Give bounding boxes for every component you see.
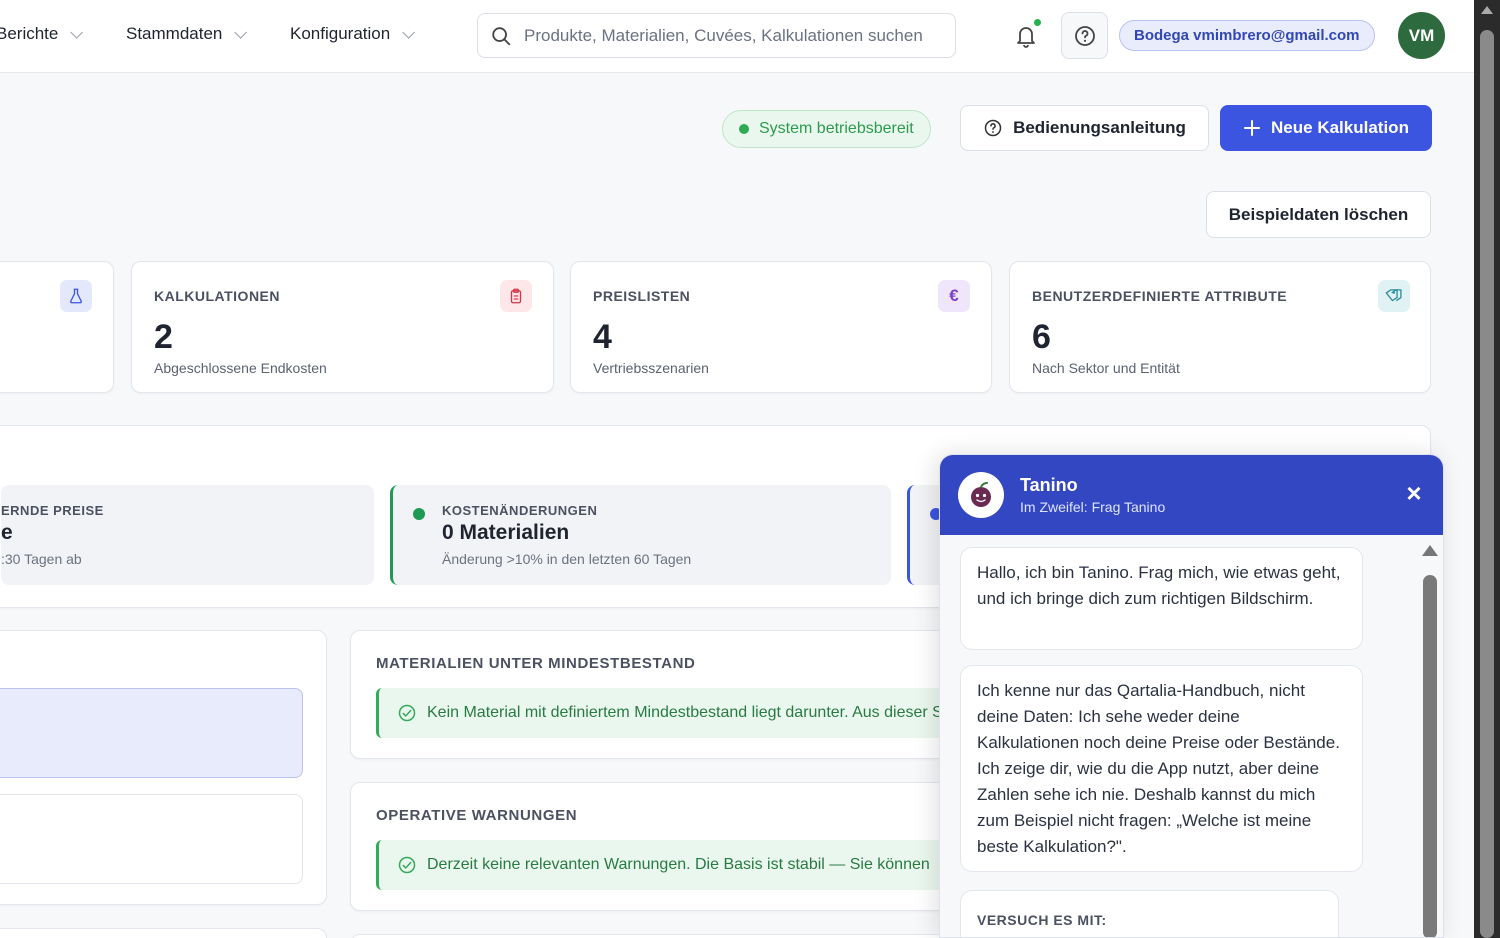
- chat-header: Tanino Im Zweifel: Frag Tanino ×: [940, 455, 1443, 535]
- avatar-initials: VM: [1408, 25, 1435, 45]
- alert-subtitle: :30 Tagen ab: [1, 551, 82, 567]
- next-section: [350, 934, 970, 938]
- delete-sample-data-button[interactable]: Beispieldaten löschen: [1206, 191, 1431, 238]
- stock-ok-message: Kein Material mit definiertem Mindestbes…: [427, 704, 996, 721]
- clipboard-icon: [500, 280, 532, 312]
- section-title: MATERIALIEN UNTER MINDESTBESTAND: [376, 655, 696, 672]
- chat-message-text: Ich kenne nur das Qartalia-Handbuch, nic…: [977, 681, 1340, 856]
- global-search: [477, 13, 956, 58]
- close-icon[interactable]: ×: [1400, 479, 1428, 507]
- stat-card-kalkulationen: KALKULATIONEN 2 Abgeschlossene Endkosten: [131, 261, 554, 393]
- tanino-logo-icon: [958, 472, 1004, 518]
- chat-widget: Tanino Im Zweifel: Frag Tanino × Hallo, …: [939, 454, 1444, 938]
- new-calculation-label: Neue Kalkulation: [1271, 118, 1409, 137]
- warnings-ok-message: Derzeit keine relevanten Warnungen. Die …: [427, 856, 930, 873]
- page-scrollbar[interactable]: [1474, 0, 1500, 938]
- euro-icon: €: [938, 280, 970, 312]
- alert-title: KOSTENÄNDERUNGEN: [442, 503, 598, 518]
- stat-label: BENUTZERDEFINIERTE ATTRIBUTE: [1032, 288, 1288, 304]
- avatar[interactable]: VM: [1398, 12, 1445, 59]
- stat-value: 4: [593, 318, 612, 356]
- scroll-up-arrow-icon[interactable]: [1422, 545, 1438, 556]
- page-scrollbar-thumb[interactable]: [1480, 30, 1494, 938]
- search-input[interactable]: [524, 25, 944, 46]
- stat-value: 2: [154, 318, 173, 356]
- list-item[interactable]: [0, 794, 303, 884]
- stat-subtitle: Abgeschlossene Endkosten: [154, 360, 327, 376]
- flask-icon: [60, 280, 92, 312]
- status-dot-icon: [413, 508, 425, 520]
- tag-icon: [1378, 280, 1410, 312]
- chevron-down-icon: [70, 25, 84, 39]
- chat-scrollbar[interactable]: [1421, 545, 1439, 937]
- left-panel-next: [0, 928, 327, 938]
- check-circle-icon: [398, 704, 416, 722]
- stat-subtitle: Vertriebsszenarien: [593, 360, 709, 376]
- stock-ok-banner: Kein Material mit definiertem Mindestbes…: [376, 688, 996, 738]
- notifications-button[interactable]: [1010, 19, 1042, 52]
- nav-konfiguration[interactable]: Konfiguration: [290, 24, 416, 44]
- stat-value: 6: [1032, 318, 1051, 356]
- status-dot-icon: [739, 124, 749, 134]
- alert-value: e: [1, 521, 13, 544]
- search-icon: [492, 26, 511, 45]
- chevron-down-icon: [234, 25, 248, 39]
- plus-icon: [1244, 120, 1261, 136]
- stat-label: PREISLISTEN: [593, 288, 691, 304]
- system-status-label: System betriebsbereit: [759, 120, 914, 137]
- stat-subtitle: Nach Sektor und Entität: [1032, 360, 1180, 376]
- chat-scrollbar-thumb[interactable]: [1423, 575, 1437, 937]
- warnings-section: OPERATIVE WARNUNGEN Derzeit keine releva…: [350, 782, 996, 911]
- warnings-ok-banner: Derzeit keine relevanten Warnungen. Die …: [376, 840, 996, 890]
- nav-konfiguration-label: Konfiguration: [290, 24, 391, 43]
- new-calculation-button[interactable]: Neue Kalkulation: [1220, 105, 1432, 151]
- alert-card-prices: ERNDE PREISE e :30 Tagen ab: [1, 485, 374, 585]
- stat-label: KALKULATIONEN: [154, 288, 281, 304]
- scroll-up-arrow-icon[interactable]: [1481, 6, 1493, 14]
- user-account-label: Bodega vmimbrero@gmail.com: [1134, 27, 1360, 44]
- section-title: OPERATIVE WARNUNGEN: [376, 807, 578, 824]
- user-account-pill[interactable]: Bodega vmimbrero@gmail.com: [1119, 20, 1375, 51]
- alert-value: 0 Materialien: [442, 521, 570, 544]
- nav-berichte[interactable]: Berichte: [0, 24, 84, 44]
- alert-subtitle: Änderung >10% in den letzten 60 Tagen: [442, 551, 692, 567]
- chat-title: Tanino: [1020, 475, 1078, 495]
- left-panel: [0, 630, 327, 905]
- nav-berichte-label: Berichte: [0, 24, 59, 43]
- chevron-down-icon: [402, 25, 416, 39]
- alert-title: ERNDE PREISE: [1, 503, 104, 518]
- system-status-badge: System betriebsbereit: [722, 110, 931, 148]
- check-circle-icon: [398, 856, 416, 874]
- question-icon: [984, 119, 1002, 137]
- stock-section: MATERIALIEN UNTER MINDESTBESTAND Kein Ma…: [350, 630, 996, 759]
- chat-tagline: Im Zweifel: Frag Tanino: [1020, 499, 1166, 515]
- help-button[interactable]: [1061, 12, 1108, 59]
- chat-message: Ich kenne nur das Qartalia-Handbuch, nic…: [960, 665, 1363, 872]
- top-navigation: Berichte Stammdaten Konfiguration Bodega…: [0, 0, 1474, 73]
- question-icon: [1074, 25, 1095, 46]
- chat-message: Hallo, ich bin Tanino. Frag mich, wie et…: [960, 547, 1363, 650]
- manual-button-label: Bedienungsanleitung: [1013, 118, 1186, 137]
- stat-card-attribute: BENUTZERDEFINIERTE ATTRIBUTE 6 Nach Sekt…: [1009, 261, 1431, 393]
- stat-card-preislisten: PREISLISTEN 4 Vertriebsszenarien €: [570, 261, 992, 393]
- suggestions-label: VERSUCH ES MIT:: [977, 912, 1107, 928]
- notification-dot: [1034, 19, 1041, 26]
- selected-list-item[interactable]: [0, 688, 303, 778]
- delete-sample-data-label: Beispieldaten löschen: [1228, 204, 1409, 224]
- stat-card-partial: [0, 261, 114, 393]
- nav-stammdaten-label: Stammdaten: [126, 24, 223, 43]
- alert-card-cost-changes: KOSTENÄNDERUNGEN 0 Materialien Änderung …: [390, 485, 891, 585]
- manual-button[interactable]: Bedienungsanleitung: [960, 105, 1209, 151]
- nav-stammdaten[interactable]: Stammdaten: [126, 24, 248, 44]
- suggestions-box: VERSUCH ES MIT:: [960, 890, 1339, 937]
- chat-message-text: Hallo, ich bin Tanino. Frag mich, wie et…: [977, 563, 1341, 608]
